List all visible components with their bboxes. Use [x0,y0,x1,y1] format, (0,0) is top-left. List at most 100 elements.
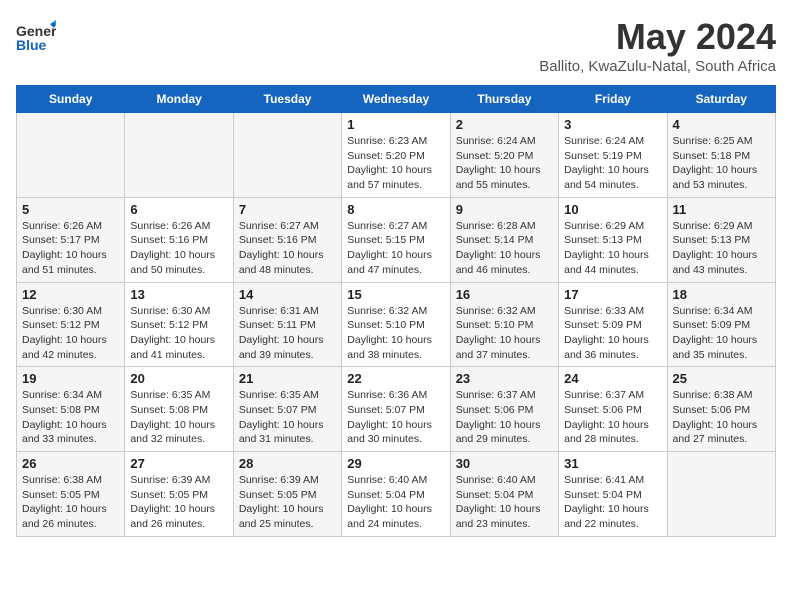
day-number: 19 [22,371,119,386]
day-number: 5 [22,202,119,217]
day-info: Sunrise: 6:38 AMSunset: 5:05 PMDaylight:… [22,473,119,532]
day-number: 14 [239,287,336,302]
day-cell-11: 11 Sunrise: 6:29 AMSunset: 5:13 PMDayligh… [667,197,775,282]
day-number: 17 [564,287,661,302]
day-number: 16 [456,287,553,302]
day-number: 27 [130,456,227,471]
day-info: Sunrise: 6:37 AMSunset: 5:06 PMDaylight:… [456,388,553,447]
day-info: Sunrise: 6:40 AMSunset: 5:04 PMDaylight:… [347,473,444,532]
day-info: Sunrise: 6:29 AMSunset: 5:13 PMDaylight:… [673,219,770,278]
week-row-2: 5 Sunrise: 6:26 AMSunset: 5:17 PMDaylight… [17,197,776,282]
day-cell-13: 13Sunrise: 6:30 AMSunset: 5:12 PMDayligh… [125,282,233,367]
day-cell-31: 31 Sunrise: 6:41 AMSunset: 5:04 PMDayligh… [559,452,667,537]
day-info: Sunrise: 6:31 AMSunset: 5:11 PMDaylight:… [239,304,336,363]
day-info: Sunrise: 6:33 AMSunset: 5:09 PMDaylight:… [564,304,661,363]
main-title: May 2024 [539,16,776,58]
day-header-wednesday: Wednesday [342,86,450,113]
day-number: 30 [456,456,553,471]
day-cell-2: 2 Sunrise: 6:24 AMSunset: 5:20 PMDaylight… [450,113,558,198]
day-info: Sunrise: 6:26 AMSunset: 5:17 PMDaylight:… [22,219,119,278]
day-cell-24: 24 Sunrise: 6:37 AMSunset: 5:06 PMDayligh… [559,367,667,452]
day-number: 1 [347,117,444,132]
day-number: 23 [456,371,553,386]
day-info: Sunrise: 6:32 AMSunset: 5:10 PMDaylight:… [347,304,444,363]
day-cell-15: 15 Sunrise: 6:32 AMSunset: 5:10 PMDayligh… [342,282,450,367]
day-info: Sunrise: 6:37 AMSunset: 5:06 PMDaylight:… [564,388,661,447]
day-info: Sunrise: 6:39 AMSunset: 5:05 PMDaylight:… [239,473,336,532]
day-number: 3 [564,117,661,132]
day-info: Sunrise: 6:41 AMSunset: 5:04 PMDaylight:… [564,473,661,532]
empty-cell [125,113,233,198]
day-info: Sunrise: 6:34 AMSunset: 5:09 PMDaylight:… [673,304,770,363]
day-number: 29 [347,456,444,471]
day-cell-23: 23 Sunrise: 6:37 AMSunset: 5:06 PMDayligh… [450,367,558,452]
week-row-4: 19 Sunrise: 6:34 AMSunset: 5:08 PMDayligh… [17,367,776,452]
day-number: 10 [564,202,661,217]
day-header-thursday: Thursday [450,86,558,113]
day-number: 8 [347,202,444,217]
day-number: 13 [130,287,227,302]
day-info: Sunrise: 6:34 AMSunset: 5:08 PMDaylight:… [22,388,119,447]
day-header-monday: Monday [125,86,233,113]
day-info: Sunrise: 6:38 AMSunset: 5:06 PMDaylight:… [673,388,770,447]
day-info: Sunrise: 6:35 AMSunset: 5:08 PMDaylight:… [130,388,227,447]
day-info: Sunrise: 6:28 AMSunset: 5:14 PMDaylight:… [456,219,553,278]
title-area: May 2024 Ballito, KwaZulu-Natal, South A… [539,16,776,75]
day-cell-20: 20Sunrise: 6:35 AMSunset: 5:08 PMDayligh… [125,367,233,452]
day-cell-19: 19 Sunrise: 6:34 AMSunset: 5:08 PMDayligh… [17,367,125,452]
day-info: Sunrise: 6:25 AMSunset: 5:18 PMDaylight:… [673,134,770,193]
svg-text:Blue: Blue [16,37,47,53]
day-cell-30: 30 Sunrise: 6:40 AMSunset: 5:04 PMDayligh… [450,452,558,537]
day-info: Sunrise: 6:35 AMSunset: 5:07 PMDaylight:… [239,388,336,447]
day-cell-1: 1Sunrise: 6:23 AMSunset: 5:20 PMDaylight… [342,113,450,198]
day-number: 28 [239,456,336,471]
day-number: 24 [564,371,661,386]
day-cell-21: 21 Sunrise: 6:35 AMSunset: 5:07 PMDayligh… [233,367,341,452]
day-cell-16: 16 Sunrise: 6:32 AMSunset: 5:10 PMDayligh… [450,282,558,367]
day-info: Sunrise: 6:24 AMSunset: 5:19 PMDaylight:… [564,134,661,193]
day-info: Sunrise: 6:26 AMSunset: 5:16 PMDaylight:… [130,219,227,278]
day-info: Sunrise: 6:30 AMSunset: 5:12 PMDaylight:… [22,304,119,363]
day-header-sunday: Sunday [17,86,125,113]
day-header-tuesday: Tuesday [233,86,341,113]
logo-icon: General Blue [16,16,56,56]
day-info: Sunrise: 6:40 AMSunset: 5:04 PMDaylight:… [456,473,553,532]
days-of-week-row: SundayMondayTuesdayWednesdayThursdayFrid… [17,86,776,113]
day-cell-8: 8 Sunrise: 6:27 AMSunset: 5:15 PMDaylight… [342,197,450,282]
day-number: 21 [239,371,336,386]
logo: General Blue [16,16,56,56]
day-cell-3: 3 Sunrise: 6:24 AMSunset: 5:19 PMDaylight… [559,113,667,198]
empty-cell [17,113,125,198]
day-info: Sunrise: 6:27 AMSunset: 5:15 PMDaylight:… [347,219,444,278]
day-cell-10: 10 Sunrise: 6:29 AMSunset: 5:13 PMDayligh… [559,197,667,282]
day-number: 6 [130,202,227,217]
day-cell-5: 5 Sunrise: 6:26 AMSunset: 5:17 PMDaylight… [17,197,125,282]
day-info: Sunrise: 6:32 AMSunset: 5:10 PMDaylight:… [456,304,553,363]
week-row-1: 1Sunrise: 6:23 AMSunset: 5:20 PMDaylight… [17,113,776,198]
day-info: Sunrise: 6:39 AMSunset: 5:05 PMDaylight:… [130,473,227,532]
day-cell-9: 9 Sunrise: 6:28 AMSunset: 5:14 PMDaylight… [450,197,558,282]
day-info: Sunrise: 6:29 AMSunset: 5:13 PMDaylight:… [564,219,661,278]
day-number: 4 [673,117,770,132]
empty-cell [233,113,341,198]
day-cell-14: 14 Sunrise: 6:31 AMSunset: 5:11 PMDayligh… [233,282,341,367]
day-number: 2 [456,117,553,132]
day-cell-18: 18 Sunrise: 6:34 AMSunset: 5:09 PMDayligh… [667,282,775,367]
day-number: 9 [456,202,553,217]
day-cell-6: 6 Sunrise: 6:26 AMSunset: 5:16 PMDaylight… [125,197,233,282]
day-cell-27: 27 Sunrise: 6:39 AMSunset: 5:05 PMDayligh… [125,452,233,537]
day-cell-4: 4 Sunrise: 6:25 AMSunset: 5:18 PMDaylight… [667,113,775,198]
week-row-5: 26 Sunrise: 6:38 AMSunset: 5:05 PMDayligh… [17,452,776,537]
day-number: 22 [347,371,444,386]
day-number: 26 [22,456,119,471]
day-number: 15 [347,287,444,302]
day-number: 11 [673,202,770,217]
day-number: 18 [673,287,770,302]
day-cell-12: 12Sunrise: 6:30 AMSunset: 5:12 PMDayligh… [17,282,125,367]
day-cell-22: 22Sunrise: 6:36 AMSunset: 5:07 PMDayligh… [342,367,450,452]
day-info: Sunrise: 6:24 AMSunset: 5:20 PMDaylight:… [456,134,553,193]
day-cell-17: 17 Sunrise: 6:33 AMSunset: 5:09 PMDayligh… [559,282,667,367]
day-number: 31 [564,456,661,471]
week-row-3: 12Sunrise: 6:30 AMSunset: 5:12 PMDayligh… [17,282,776,367]
calendar-table: SundayMondayTuesdayWednesdayThursdayFrid… [16,85,776,537]
